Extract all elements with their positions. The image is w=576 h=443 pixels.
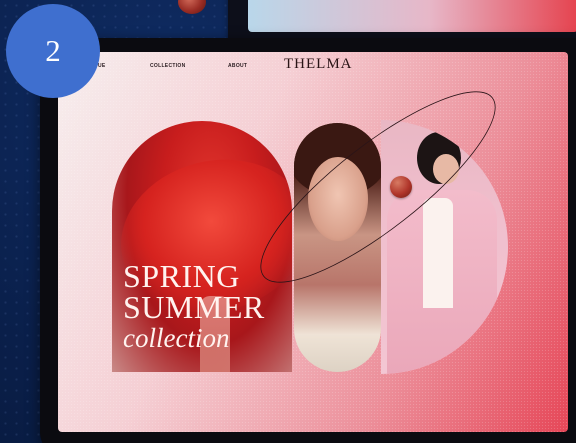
face-shape: [433, 154, 459, 184]
hero-title: SPRING SUMMER collection: [123, 258, 265, 353]
top-device-screen: [248, 0, 576, 32]
decorative-ball: [390, 176, 412, 198]
step-number: 2: [45, 33, 61, 68]
face-shape: [308, 157, 368, 241]
brand-logo[interactable]: THELMA: [284, 56, 353, 73]
step-number-badge: 2: [6, 4, 100, 98]
hero-title-line-1: SPRING: [123, 258, 240, 294]
website-preview: UE COLLECTION ABOUT THELMA SPRING SUMMER…: [58, 52, 568, 432]
tablet-frame: UE COLLECTION ABOUT THELMA SPRING SUMMER…: [40, 38, 576, 443]
nav-item-catalogue[interactable]: UE: [98, 63, 106, 69]
hero-title-line-3: collection: [123, 322, 230, 353]
white-shirt-shape: [423, 198, 453, 308]
nav-item-about[interactable]: ABOUT: [228, 63, 247, 69]
hero-title-line-2: SUMMER: [123, 289, 265, 326]
nav-item-collection[interactable]: COLLECTION: [150, 63, 186, 69]
hero-image-portrait: [294, 123, 381, 372]
